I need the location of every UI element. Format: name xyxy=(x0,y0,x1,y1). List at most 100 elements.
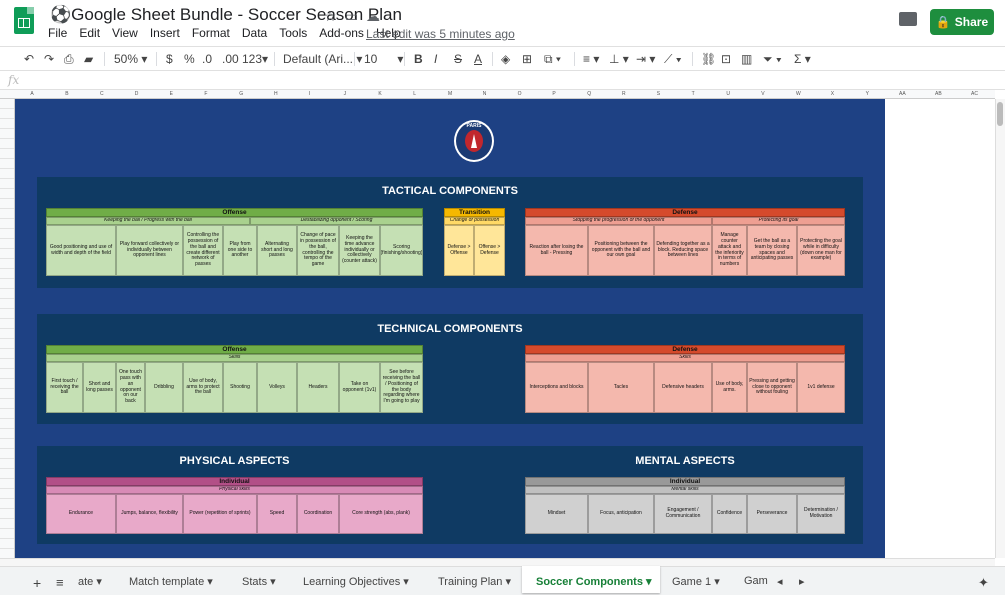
row-header-label[interactable] xyxy=(0,489,14,499)
last-edit-link[interactable]: Last edit was 5 minutes ago xyxy=(366,27,515,41)
physical-cell[interactable]: Endurance xyxy=(46,494,116,534)
technical-defense-cell[interactable]: Interceptions and blocks xyxy=(525,362,588,413)
column-header-label[interactable]: N xyxy=(483,91,487,97)
row-header-label[interactable] xyxy=(0,339,14,349)
column-header-label[interactable]: P xyxy=(552,91,555,97)
tactical-offense-group[interactable]: Keeping the ball / Progress with the bal… xyxy=(46,217,250,225)
row-header-label[interactable] xyxy=(0,109,14,119)
move-folder-icon[interactable]: ▭ xyxy=(345,8,358,25)
row-header-label[interactable] xyxy=(0,539,14,549)
column-header-label[interactable]: I xyxy=(309,91,310,97)
tactical-defense-cell[interactable]: Reaction after losing the ball - Pressin… xyxy=(525,225,588,276)
vertical-align-icon[interactable]: ⊥ ▾ xyxy=(609,52,629,66)
undo-icon[interactable]: ↶ xyxy=(24,52,34,66)
column-header-label[interactable]: Q xyxy=(587,91,591,97)
column-header-label[interactable]: H xyxy=(274,91,278,97)
technical-defense-cell[interactable]: Defensive headers xyxy=(654,362,712,413)
technical-offense-cell[interactable]: Shooting xyxy=(223,362,257,413)
menu-file[interactable]: File xyxy=(48,26,67,42)
row-header-label[interactable] xyxy=(0,509,14,519)
all-sheets-icon[interactable]: ≡ xyxy=(56,575,64,590)
row-header-label[interactable] xyxy=(0,139,14,149)
decrease-decimal-button[interactable]: .0 xyxy=(202,52,212,66)
menu-tools[interactable]: Tools xyxy=(279,26,307,42)
redo-icon[interactable]: ↷ xyxy=(44,52,54,66)
vertical-scroll-thumb[interactable] xyxy=(997,102,1003,126)
insert-chart-icon[interactable]: ▥ xyxy=(741,52,752,66)
row-header-label[interactable] xyxy=(0,379,14,389)
scroll-tabs-right-icon[interactable]: ▸ xyxy=(799,575,805,588)
row-header-label[interactable] xyxy=(0,329,14,339)
row-header-label[interactable] xyxy=(0,309,14,319)
mental-header[interactable]: Individual xyxy=(525,477,845,486)
insert-link-icon[interactable]: ⛓ xyxy=(701,52,716,66)
row-header-label[interactable] xyxy=(0,449,14,459)
technical-offense-cell[interactable]: First touch / receiving the ball xyxy=(46,362,83,413)
transition-group[interactable]: Change of possession xyxy=(444,217,505,225)
column-header-label[interactable]: S xyxy=(657,91,660,97)
tab-game-1[interactable]: Game 1 ▾ xyxy=(672,575,720,588)
row-header-label[interactable] xyxy=(0,199,14,209)
column-header-label[interactable]: AB xyxy=(935,91,942,97)
row-header-label[interactable] xyxy=(0,219,14,229)
row-header-label[interactable] xyxy=(0,409,14,419)
text-wrapping-icon[interactable]: ⇥ ▾ xyxy=(636,52,655,66)
row-header-label[interactable] xyxy=(0,169,14,179)
technical-offense-cell[interactable]: Use of body, arms to protect the ball xyxy=(183,362,223,413)
transition-header[interactable]: Transition xyxy=(444,208,505,217)
text-rotation-icon[interactable]: ⟋ ▾ xyxy=(664,52,682,67)
increase-decimal-button[interactable]: .00 xyxy=(222,52,239,66)
row-header-label[interactable] xyxy=(0,519,14,529)
column-header-label[interactable]: E xyxy=(170,91,173,97)
tactical-defense-group[interactable]: Protecting its goal xyxy=(712,217,845,225)
empty-cells[interactable] xyxy=(885,99,995,558)
column-header-label[interactable]: C xyxy=(100,91,104,97)
row-header-label[interactable] xyxy=(0,349,14,359)
mental-cell[interactable]: Determination / Motivation xyxy=(797,494,845,534)
horizontal-scrollbar[interactable] xyxy=(0,558,995,566)
technical-defense-group[interactable]: Skills xyxy=(525,354,845,362)
technical-offense-cell[interactable]: One touch pass with an opponent on our b… xyxy=(116,362,145,413)
row-header-label[interactable] xyxy=(0,229,14,239)
insert-comment-icon[interactable]: ⊡ xyxy=(721,52,731,66)
mental-cell[interactable]: Focus, anticipation xyxy=(588,494,654,534)
menu-data[interactable]: Data xyxy=(242,26,267,42)
tactical-offense-cell[interactable]: Good positioning and use of width and de… xyxy=(46,225,116,276)
tactical-offense-cell[interactable]: Scoring (finishing/shooting) xyxy=(380,225,423,276)
column-header-label[interactable]: X xyxy=(831,91,834,97)
column-header-label[interactable]: Y xyxy=(866,91,869,97)
column-header-label[interactable]: J xyxy=(344,91,347,97)
merge-cells-icon[interactable]: ⧉ ▾ xyxy=(544,52,561,67)
row-header-label[interactable] xyxy=(0,189,14,199)
italic-button[interactable]: I xyxy=(434,52,437,66)
column-header-label[interactable]: O xyxy=(518,91,522,97)
tactical-offense-cell[interactable]: Change of pace in possession of the ball… xyxy=(297,225,339,276)
filter-icon[interactable]: ⏷ ▾ xyxy=(763,52,782,67)
borders-icon[interactable]: ⊞ xyxy=(522,52,532,66)
row-header-label[interactable] xyxy=(0,159,14,169)
row-header-label[interactable] xyxy=(0,149,14,159)
column-header-label[interactable]: W xyxy=(796,91,801,97)
tactical-defense-cell[interactable]: Defending together as a block. Reducing … xyxy=(654,225,712,276)
technical-offense-cell[interactable]: See before receiving the ball / Position… xyxy=(380,362,423,413)
column-header-label[interactable]: F xyxy=(204,91,207,97)
row-header-label[interactable] xyxy=(0,529,14,539)
strikethrough-button[interactable]: S xyxy=(454,52,462,66)
functions-icon[interactable]: Σ ▾ xyxy=(794,52,811,66)
physical-cell[interactable]: Core strength (abs, plank) xyxy=(339,494,423,534)
comment-history-icon[interactable] xyxy=(899,12,917,26)
paint-format-icon[interactable]: ▰ xyxy=(84,52,93,66)
row-header-label[interactable] xyxy=(0,239,14,249)
explore-icon[interactable]: ✦ xyxy=(978,575,989,591)
currency-button[interactable]: $ xyxy=(166,52,173,66)
tactical-offense-cell[interactable]: Play forward collectively or individuall… xyxy=(116,225,183,276)
row-header-label[interactable] xyxy=(0,389,14,399)
fill-color-icon[interactable]: ◈ xyxy=(501,52,510,66)
column-header-label[interactable]: AC xyxy=(971,91,978,97)
column-header-label[interactable]: V xyxy=(761,91,764,97)
text-color-button[interactable]: A xyxy=(474,52,482,66)
menu-edit[interactable]: Edit xyxy=(79,26,100,42)
tactical-offense-cell[interactable]: Keeping the time advance individually or… xyxy=(339,225,380,276)
tactical-defense-cell[interactable]: Get the ball as a team by closing spaces… xyxy=(747,225,797,276)
column-header-label[interactable]: L xyxy=(413,91,416,97)
